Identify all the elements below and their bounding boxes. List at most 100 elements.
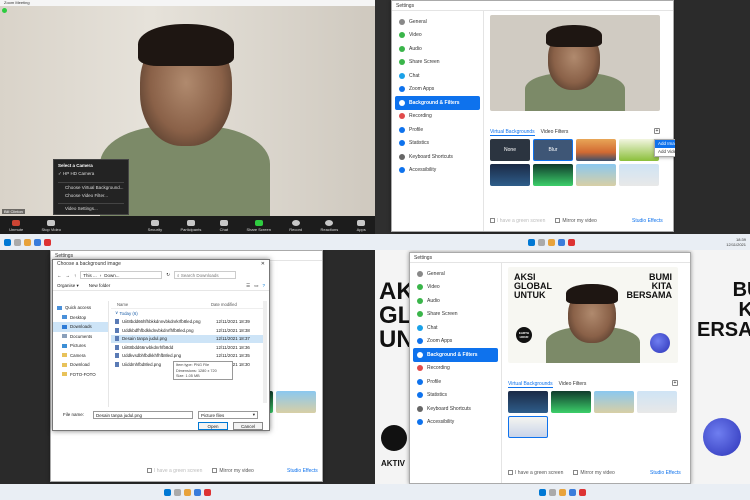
camera-item-hp[interactable]: ✓ HP HD Camera	[58, 171, 124, 180]
checkbox[interactable]	[490, 218, 495, 224]
mirror-option[interactable]: Mirror my video	[573, 470, 615, 476]
back-icon[interactable]: ←	[57, 273, 62, 278]
start-icon[interactable]	[527, 238, 535, 246]
app-icon[interactable]	[204, 488, 211, 496]
column-date[interactable]: Date modified	[211, 302, 237, 307]
thumb-golden-gate[interactable]	[576, 139, 616, 161]
studio-effects-link[interactable]: Studio Effects	[650, 470, 681, 476]
preview-pane-icon[interactable]: ▭	[254, 283, 258, 289]
green-screen-option[interactable]: I have a green screen	[147, 468, 202, 474]
sidebar-item-recording[interactable]: Recording	[395, 110, 480, 124]
tab-virtual-backgrounds[interactable]: Virtual Backgrounds	[490, 129, 535, 136]
file-row[interactable]: Uiit8bdd66hfhbkkdnnvbkdnrkrfb8led.png 12/…	[111, 318, 265, 327]
green-screen-option[interactable]: I have a green screen	[508, 470, 563, 476]
zoom-icon[interactable]	[34, 238, 41, 246]
mirror-option[interactable]: Mirror my video	[212, 468, 254, 474]
sidebar-item-zoom-apps[interactable]: Zoom Apps	[395, 83, 480, 97]
filename-input[interactable]: Desain tanpa judul.png	[93, 411, 193, 419]
checkbox[interactable]	[555, 218, 561, 224]
sidebar-item-share-screen[interactable]: Share Screen	[395, 56, 480, 70]
folder-icon[interactable]	[559, 488, 566, 496]
nav-desktop[interactable]: Desktop	[53, 313, 108, 323]
thumb-earth[interactable]	[508, 391, 548, 413]
tab-video-filters[interactable]: Video Filters	[541, 129, 569, 136]
sidebar-item-profile[interactable]: Profile	[413, 375, 498, 389]
sidebar-item-audio[interactable]: Audio	[395, 42, 480, 56]
search-icon[interactable]	[174, 488, 181, 496]
sidebar-item-zoom-apps[interactable]: Zoom Apps	[413, 335, 498, 349]
sidebar-item-accessibility[interactable]: Accessibility	[395, 164, 480, 178]
green-screen-option[interactable]: I have a green screen	[490, 218, 545, 224]
nav-downloads[interactable]: Downloads	[53, 322, 108, 332]
thumb-custom-poster[interactable]	[508, 416, 548, 438]
sidebar-item-audio[interactable]: Audio	[413, 294, 498, 308]
file-row-selected[interactable]: Desain tanpa judul.png 12/11/2021 18:37	[111, 334, 265, 343]
checkbox[interactable]	[212, 468, 218, 474]
help-icon[interactable]: ?	[262, 283, 265, 289]
organise-button[interactable]: Organise ▾	[57, 283, 79, 289]
nav-documents[interactable]: Documents	[53, 332, 108, 342]
search-input[interactable]: ⌕ Search Downloads	[174, 271, 237, 279]
start-icon[interactable]	[164, 488, 171, 496]
mirror-option[interactable]: Mirror my video	[555, 218, 597, 224]
search-icon[interactable]	[537, 238, 545, 246]
thumb-aurora[interactable]	[551, 391, 591, 413]
studio-effects-link[interactable]: Studio Effects	[287, 468, 318, 474]
file-row[interactable]: Uiitt8bdd66nvbkdnrhfb8dd 12/11/2021 18:36	[111, 343, 265, 352]
share-screen-button[interactable]: Share Screen	[246, 220, 271, 232]
sidebar-item-keyboard-shortcuts[interactable]: Keyboard Shortcuts	[395, 150, 480, 164]
column-name[interactable]: Name	[111, 302, 211, 307]
apps-button[interactable]: Apps	[357, 220, 366, 232]
sidebar-item-profile[interactable]: Profile	[395, 123, 480, 137]
thumb-sky[interactable]	[619, 164, 659, 186]
thumb-sky[interactable]	[637, 391, 677, 413]
scrollbar[interactable]	[263, 301, 267, 403]
sidebar-item-video[interactable]: Video	[395, 29, 480, 43]
zoom-icon[interactable]	[569, 488, 576, 496]
zoom-icon[interactable]	[557, 238, 565, 246]
nav-download[interactable]: Download	[53, 360, 108, 370]
start-icon[interactable]	[539, 488, 546, 496]
open-button[interactable]: Open	[198, 422, 228, 430]
thumb-beach[interactable]	[276, 391, 316, 413]
menu-video-filter[interactable]: Choose Video Filter...	[58, 193, 124, 201]
security-button[interactable]: Security	[148, 220, 162, 232]
search-icon[interactable]	[549, 488, 556, 496]
folder-icon[interactable]	[547, 238, 555, 246]
file-row[interactable]: Uddkbdfhfbdkkdnvbkdnrfhfb8led.png 12/11/2…	[111, 326, 265, 335]
sidebar-item-background-filters[interactable]: Background & Filters	[413, 348, 498, 362]
cancel-button[interactable]: Cancel	[233, 422, 263, 430]
thumb-beach[interactable]	[594, 391, 634, 413]
up-icon[interactable]: ↑	[74, 273, 76, 278]
folder-icon[interactable]	[24, 238, 31, 246]
checkbox[interactable]	[147, 468, 152, 474]
sidebar-item-chat[interactable]: Chat	[413, 321, 498, 335]
reactions-button[interactable]: Reactions	[320, 220, 338, 232]
tab-virtual-backgrounds[interactable]: Virtual Backgrounds	[508, 381, 553, 388]
menu-video-settings[interactable]: Video Settings...	[58, 206, 124, 214]
nav-quick-access[interactable]: Quick access	[53, 303, 108, 313]
file-type-select[interactable]: Picture files ▾	[198, 411, 258, 419]
refresh-icon[interactable]: ↻	[166, 272, 170, 278]
chat-button[interactable]: Chat	[220, 220, 228, 232]
thumb-grass[interactable]	[619, 139, 659, 161]
stop-video-button[interactable]: Stop Video	[42, 220, 61, 232]
file-row[interactable]: Uddkvsdbhfbdkkhfhfb8led.png 12/11/2021 18…	[111, 352, 265, 361]
thumb-earth[interactable]	[490, 164, 530, 186]
nav-pictures[interactable]: Pictures	[53, 341, 108, 351]
add-background-button[interactable]: +	[654, 128, 660, 134]
studio-effects-link[interactable]: Studio Effects	[632, 218, 663, 224]
record-button[interactable]: Record	[289, 220, 302, 232]
sidebar-item-share-screen[interactable]: Share Screen	[413, 308, 498, 322]
app-icon[interactable]	[44, 238, 51, 246]
checkbox[interactable]	[508, 470, 513, 476]
app-icon[interactable]	[567, 238, 575, 246]
menu-virtual-background[interactable]: Choose Virtual Background...	[58, 185, 124, 193]
sidebar-item-statistics[interactable]: Statistics	[413, 389, 498, 403]
zoom-icon[interactable]	[194, 488, 201, 496]
sidebar-item-recording[interactable]: Recording	[413, 362, 498, 376]
tab-video-filters[interactable]: Video Filters	[559, 381, 587, 388]
thumb-aurora[interactable]	[533, 164, 573, 186]
sidebar-item-video[interactable]: Video	[413, 281, 498, 295]
app-icon[interactable]	[579, 488, 586, 496]
